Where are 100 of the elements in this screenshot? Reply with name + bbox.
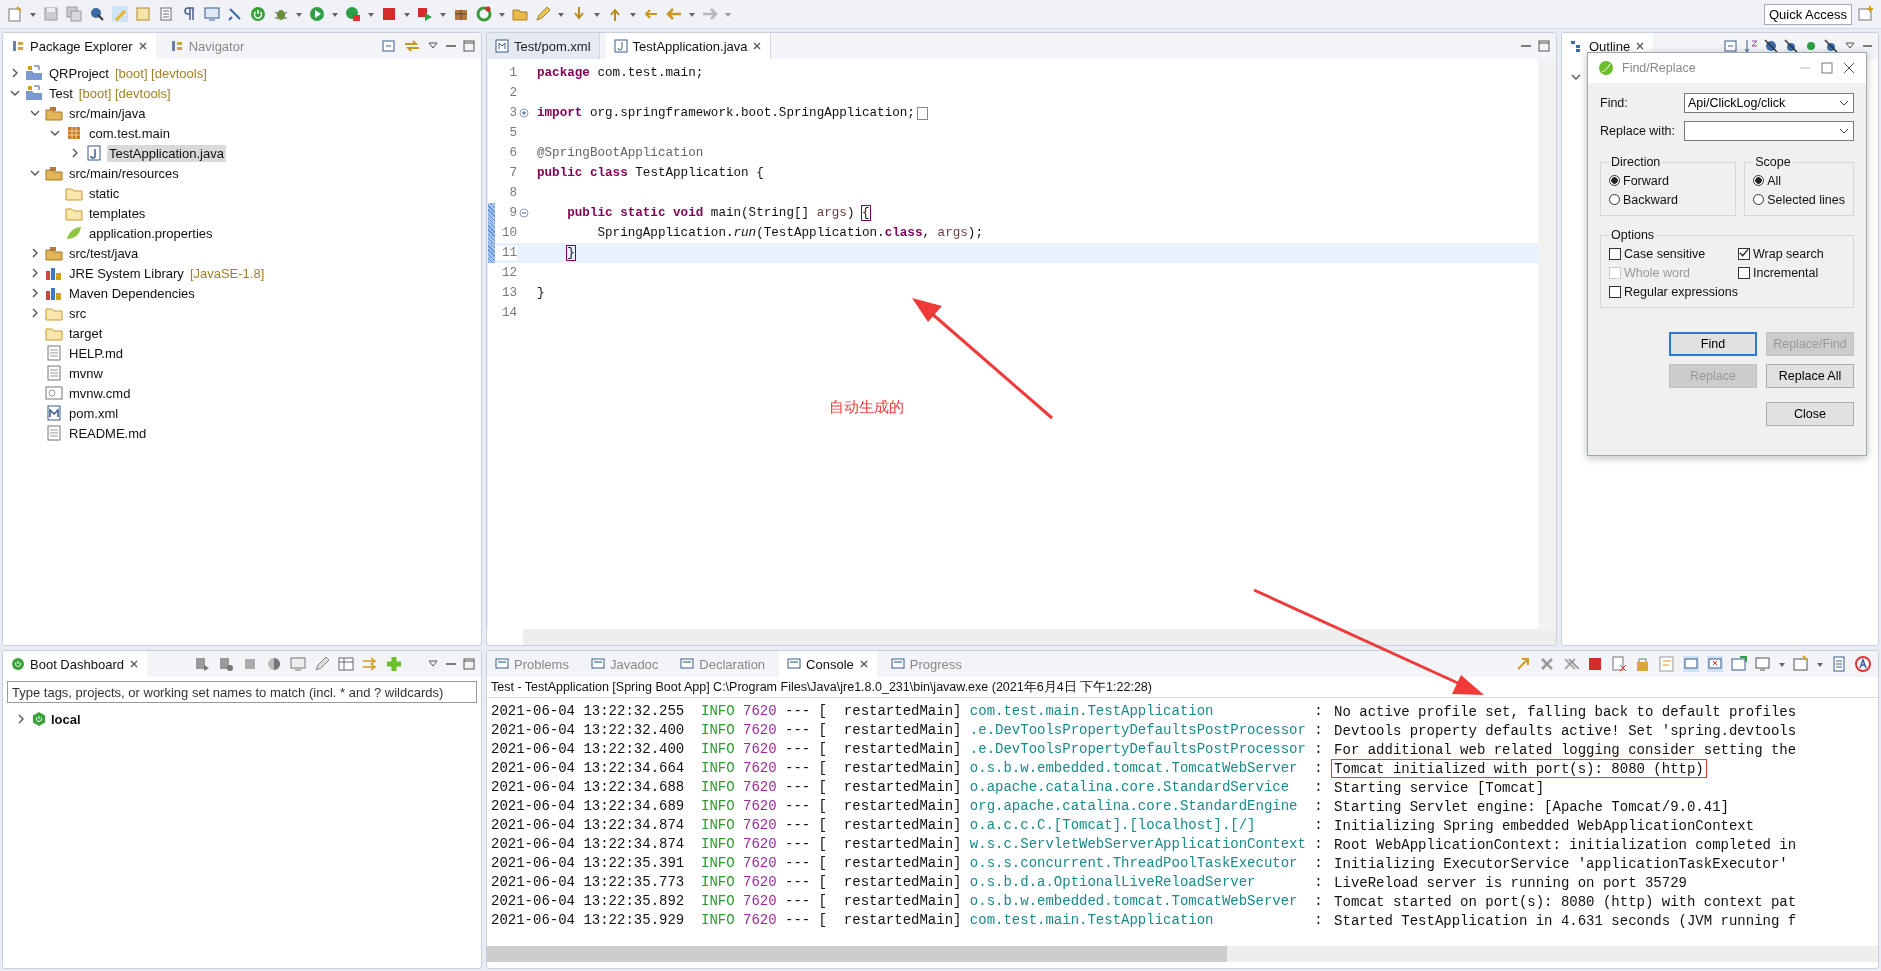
- radio-button[interactable]: [1609, 175, 1620, 186]
- horizontal-scrollbar[interactable]: [523, 629, 1556, 645]
- globe-icon[interactable]: [265, 655, 283, 673]
- dialog-button[interactable]: Replace All: [1766, 364, 1854, 388]
- tree-item[interactable]: templates: [87, 204, 148, 222]
- log-thread: --- [ restartedMain]: [785, 702, 962, 721]
- link-editor-icon[interactable]: [403, 38, 421, 54]
- checkbox[interactable]: [1737, 247, 1750, 260]
- monitor-icon[interactable]: [203, 5, 221, 23]
- new-file-icon[interactable]: [6, 5, 24, 23]
- run-server-icon[interactable]: [344, 5, 362, 23]
- refresh-icon[interactable]: [475, 5, 493, 23]
- horizontal-scrollbar[interactable]: [487, 946, 1878, 962]
- find-field[interactable]: Api/ClickLog/click: [1684, 93, 1854, 113]
- checkbox[interactable]: [1609, 285, 1621, 298]
- checkbox[interactable]: [1737, 266, 1750, 279]
- external-tool-icon[interactable]: [416, 5, 434, 23]
- log-message: For additional web related logging consider setting the: [1333, 741, 1798, 759]
- radio-button[interactable]: [1753, 175, 1765, 186]
- tree-item[interactable]: src: [67, 304, 89, 322]
- close-icon[interactable]: [137, 41, 148, 51]
- table-icon[interactable]: [337, 655, 355, 673]
- tree-item[interactable]: HELP.md: [67, 344, 125, 362]
- replace-field[interactable]: [1684, 121, 1854, 141]
- tree-item[interactable]: application.properties: [87, 224, 215, 242]
- log-pid: 7620: [743, 835, 777, 854]
- open-perspective-icon[interactable]: [1857, 5, 1875, 23]
- document-icon[interactable]: [1830, 655, 1848, 673]
- leaf-icon: [1598, 60, 1614, 76]
- close-icon[interactable]: [1635, 41, 1646, 51]
- tree-item[interactable]: mvnw.cmd: [67, 384, 133, 402]
- spring-a-icon[interactable]: [1854, 655, 1872, 673]
- pencil-icon[interactable]: [313, 655, 331, 673]
- show-output-icon[interactable]: [1682, 655, 1700, 673]
- tree-item[interactable]: pom.xml: [67, 404, 121, 422]
- maximize-icon[interactable]: [1538, 40, 1550, 52]
- collapse-fold-icon[interactable]: [519, 208, 529, 218]
- file-icon: [45, 425, 63, 441]
- close-icon[interactable]: [752, 41, 763, 51]
- block-selection-icon[interactable]: [157, 5, 175, 23]
- dialog-button[interactable]: Close: [1766, 402, 1854, 426]
- run-icon[interactable]: [308, 5, 326, 23]
- tree-item[interactable]: mvnw: [67, 364, 105, 382]
- view-tab[interactable]: Boot Dashboard: [3, 651, 147, 677]
- expand-fold-icon[interactable]: [519, 108, 529, 118]
- tree-item[interactable]: QRProject: [47, 64, 111, 82]
- arrows-icon[interactable]: [361, 655, 379, 673]
- view-tab[interactable]: Package Explorer: [3, 33, 156, 59]
- show-error-icon[interactable]: [1706, 655, 1724, 673]
- log-thread: --- [ restartedMain]: [785, 759, 962, 778]
- filter-field[interactable]: Type tags, projects, or working set names to match (incl. * and ? wildcards): [7, 681, 477, 703]
- skip-breakpoints-icon[interactable]: [88, 5, 106, 23]
- power-icon[interactable]: [249, 5, 267, 23]
- dot-icon[interactable]: [1804, 39, 1818, 53]
- view-tab[interactable]: Console: [779, 651, 877, 677]
- clear-console-icon[interactable]: [1610, 655, 1628, 673]
- tree-item[interactable]: JRE System Library: [67, 264, 186, 282]
- radio-button[interactable]: [1753, 194, 1765, 205]
- radio-button[interactable]: [1609, 194, 1620, 205]
- maximize-icon[interactable]: [463, 658, 475, 670]
- quick-access-field[interactable]: Quick Access: [1763, 3, 1852, 25]
- tree-item[interactable]: Test: [47, 84, 75, 102]
- dialog-button[interactable]: Find: [1669, 332, 1757, 356]
- tree-item[interactable]: README.md: [67, 424, 149, 442]
- collapse-all-icon[interactable]: [1724, 39, 1738, 53]
- checkbox[interactable]: [1609, 247, 1621, 260]
- close-icon[interactable]: [1842, 61, 1856, 75]
- pencil-icon[interactable]: [534, 5, 552, 23]
- collapse-all-icon[interactable]: [381, 38, 397, 54]
- vertical-scrollbar[interactable]: [1538, 59, 1556, 629]
- folder-icon: [65, 185, 83, 201]
- hide-fields-icon[interactable]: [1764, 39, 1778, 53]
- tree-item[interactable]: src/test/java: [67, 244, 141, 262]
- terminate-icon[interactable]: [1586, 655, 1604, 673]
- new-console-icon[interactable]: [1792, 655, 1810, 673]
- tree-item[interactable]: target: [67, 324, 105, 342]
- open-console-icon[interactable]: [1730, 655, 1748, 673]
- folded-code-icon[interactable]: [916, 106, 928, 120]
- close-icon[interactable]: [128, 659, 139, 669]
- tree-item[interactable]: src/main/resources: [67, 164, 181, 182]
- display-console-icon[interactable]: [1754, 655, 1772, 673]
- hide-local-types-icon[interactable]: [1824, 39, 1838, 53]
- sort-icon[interactable]: [1744, 39, 1758, 53]
- log-separator: :: [1314, 873, 1323, 892]
- option-label: Forward: [1623, 173, 1669, 188]
- stop-icon[interactable]: [380, 5, 398, 23]
- start-icon[interactable]: [193, 655, 211, 673]
- tree-item[interactable]: Maven Dependencies: [67, 284, 197, 302]
- debug-icon[interactable]: [217, 655, 235, 673]
- hide-static-icon[interactable]: [1784, 39, 1798, 53]
- tree-item[interactable]: src/main/java: [67, 104, 148, 122]
- editor-tab[interactable]: TestApplication.java: [605, 33, 772, 59]
- maximize-icon[interactable]: [463, 40, 475, 52]
- tree-item[interactable]: local: [51, 711, 81, 727]
- tree-item[interactable]: static: [87, 184, 122, 202]
- editor-tab[interactable]: Test/pom.xml: [487, 33, 600, 59]
- close-icon[interactable]: [858, 659, 869, 669]
- tree-item[interactable]: com.test.main: [87, 124, 172, 142]
- cmd-file-icon: [45, 385, 63, 401]
- tree-item[interactable]: TestApplication.java: [107, 144, 226, 162]
